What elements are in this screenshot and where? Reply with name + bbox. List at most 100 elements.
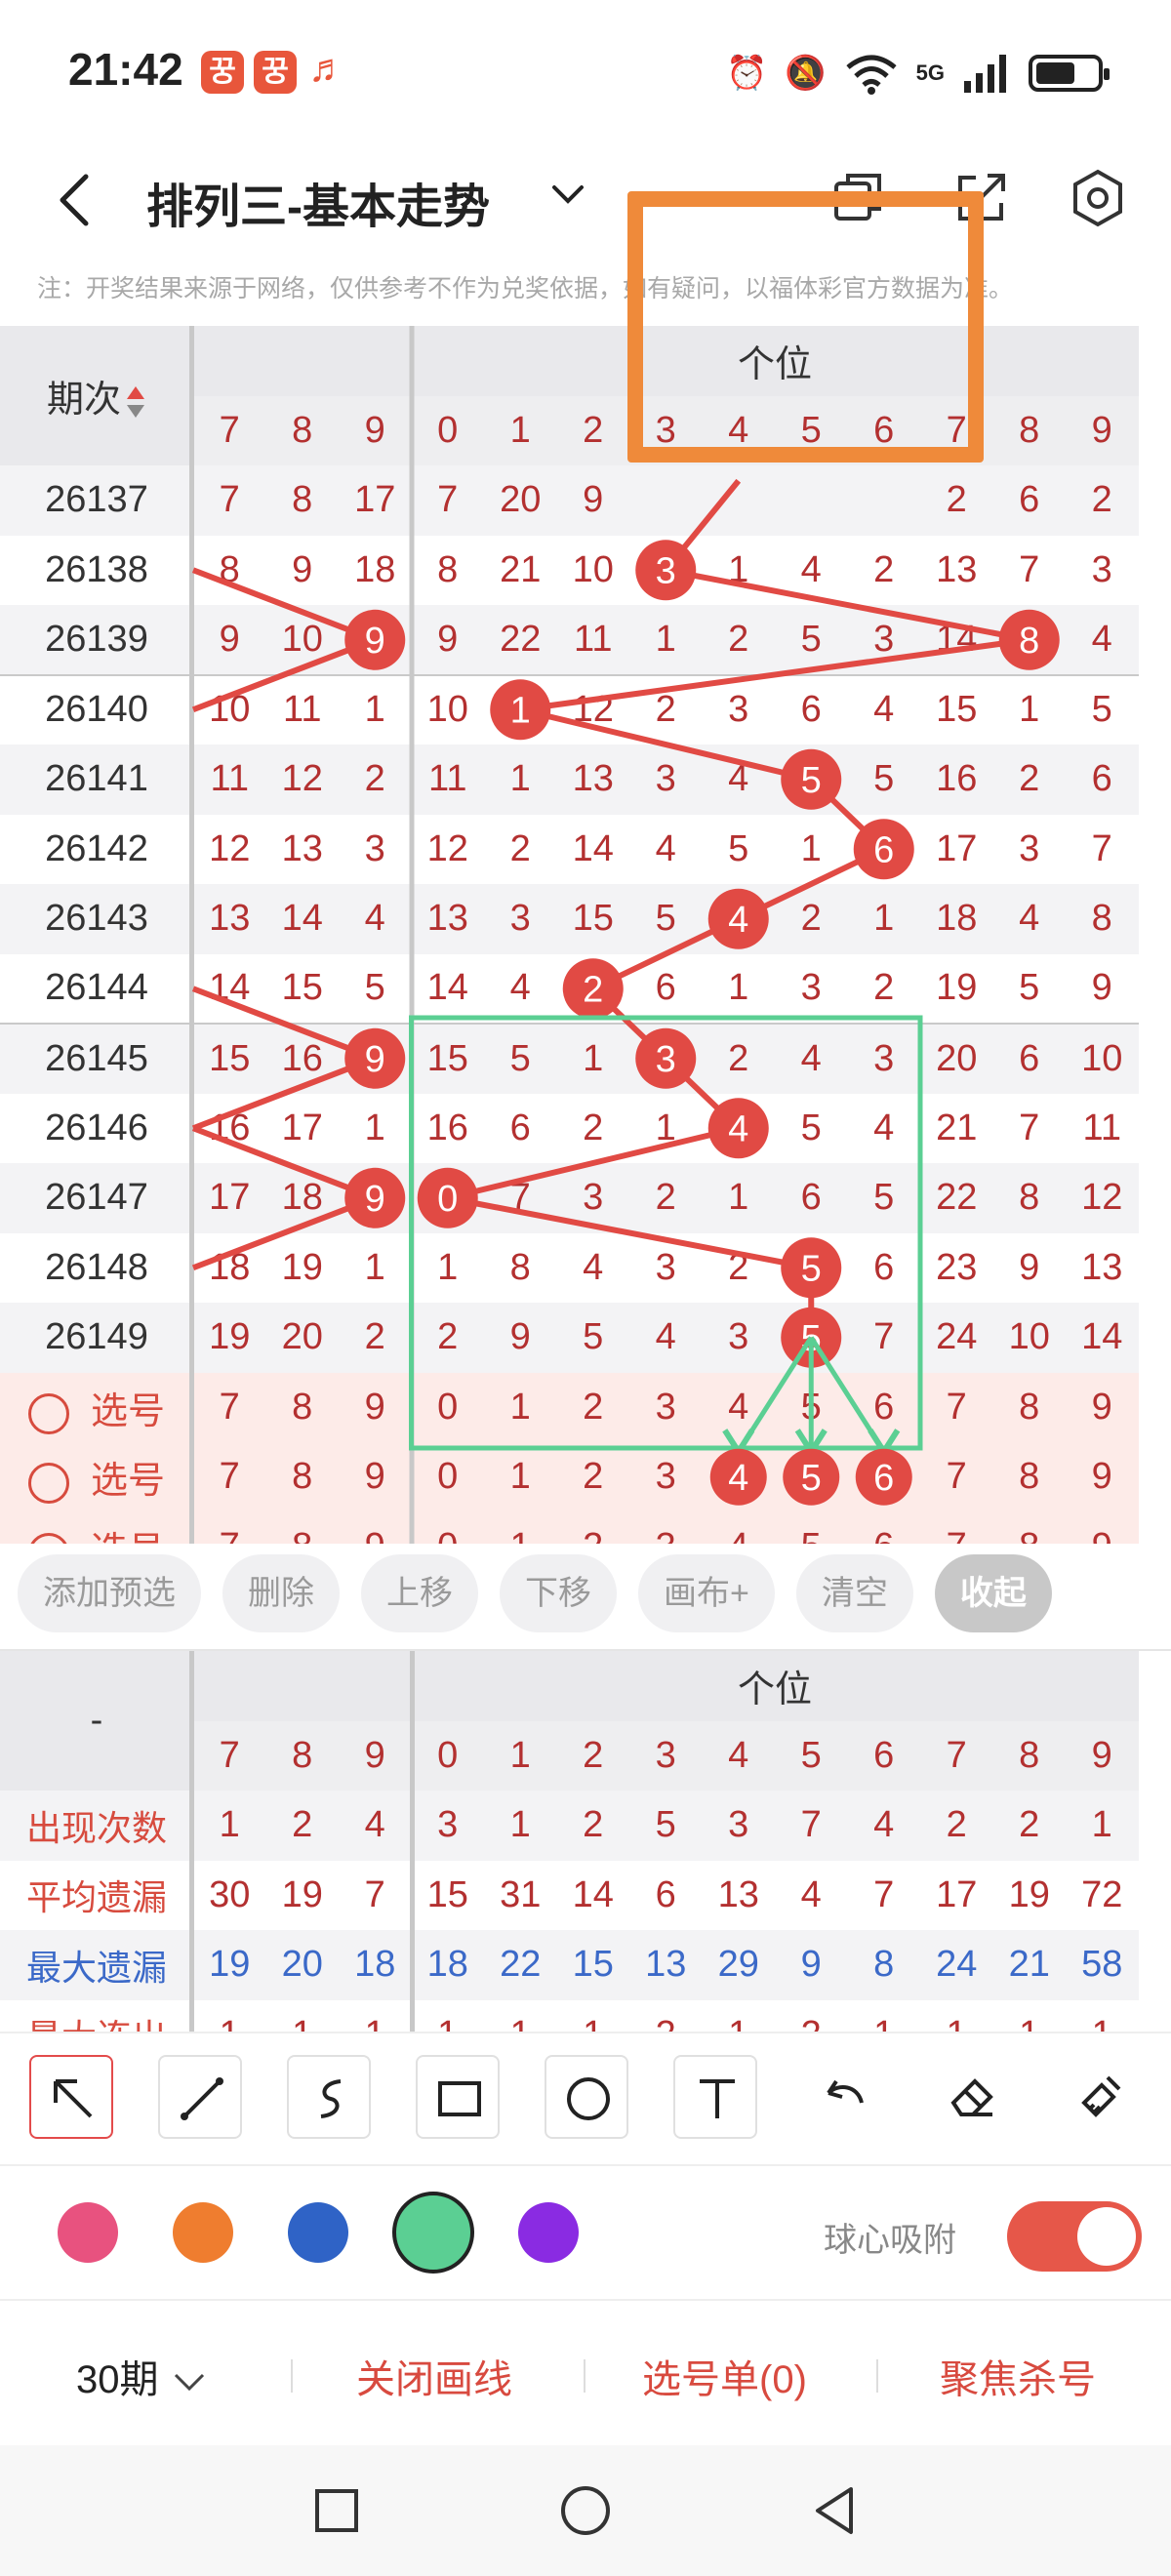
stat-value: 19 <box>265 1860 339 1930</box>
winning-ball-label: 5 <box>801 760 822 801</box>
stat-value: 1 <box>339 1999 412 2032</box>
digit-header: 4 <box>702 1720 775 1791</box>
stat-value: 14 <box>556 1860 629 1930</box>
pick-list-button[interactable]: 选号单(0) <box>642 2348 807 2404</box>
rectangle-icon <box>438 2081 481 2116</box>
trend-drawing-layer[interactable]: 381564234055999456 <box>0 326 1171 1544</box>
stat-value: 24 <box>920 1930 993 2000</box>
winning-ball-label: 9 <box>365 621 385 662</box>
stat-value: 3 <box>702 1791 775 1861</box>
move-up-button[interactable]: 上移 <box>361 1554 478 1632</box>
clear-button[interactable]: 清空 <box>795 1554 913 1632</box>
winning-ball-label: 0 <box>437 1179 458 1220</box>
stat-value: 6 <box>629 1860 703 1930</box>
chevron-down-icon[interactable] <box>546 176 589 215</box>
snap-toggle[interactable] <box>1007 2201 1142 2272</box>
stat-value: 3 <box>411 1791 484 1861</box>
stat-value: 7 <box>775 1791 848 1861</box>
winning-ball-label: 2 <box>583 969 603 1010</box>
winning-ball-label: 4 <box>728 900 748 941</box>
freehand-tool[interactable] <box>287 2055 371 2139</box>
trend-chart[interactable]: 期次 个位 7 8 9 0 1 2 3 4 5 6 7 8 9 26137 7 8 17 7 20 9 2 6 2 26138 8 9… <box>0 326 1171 1544</box>
divider <box>584 2359 586 2393</box>
line-icon <box>181 2077 223 2120</box>
squiggle-icon <box>320 2079 342 2118</box>
stat-value: 21 <box>992 1930 1066 2000</box>
stat-value: 1 <box>702 1999 775 2032</box>
canvas-add-button[interactable]: 画布+ <box>638 1554 775 1632</box>
digit-header: 9 <box>339 1720 412 1791</box>
system-nav-bar <box>0 2445 1171 2576</box>
stat-value: 1 <box>1066 1791 1139 1861</box>
stats-row-label: 最大遗漏 <box>0 1930 193 2000</box>
stat-value: 2 <box>992 1791 1066 1861</box>
focus-kill-button[interactable]: 聚焦杀号 <box>940 2348 1096 2404</box>
stat-value: 4 <box>775 1860 848 1930</box>
stat-value: 7 <box>847 1860 920 1930</box>
stat-value: 1 <box>411 1999 484 2032</box>
move-down-button[interactable]: 下移 <box>500 1554 617 1632</box>
delete-button[interactable]: 删除 <box>222 1554 340 1632</box>
period-selector[interactable]: 30期 <box>76 2348 209 2404</box>
home-icon[interactable] <box>558 2483 613 2538</box>
line-tool[interactable] <box>158 2055 242 2139</box>
digit-header: 7 <box>920 1720 993 1791</box>
toggle-knob <box>1077 2207 1136 2266</box>
color-swatch[interactable] <box>392 2192 474 2274</box>
stat-value: 1 <box>193 1999 266 2032</box>
color-swatch[interactable] <box>173 2202 233 2263</box>
column-divider <box>189 326 194 1544</box>
trend-line <box>519 706 812 783</box>
drawn-orange-rectangle[interactable] <box>627 191 984 463</box>
undo-icon <box>827 2079 864 2104</box>
winning-ball-label: 9 <box>365 1179 385 1220</box>
color-swatch[interactable] <box>288 2202 348 2263</box>
snap-label: 球心吸附 <box>824 2222 956 2259</box>
add-preselect-button[interactable]: 添加预选 <box>18 1554 201 1632</box>
stats-row: 最大遗漏 19 20 18 18 22 15 13 29 9 8 24 21 58 <box>0 1930 1139 2000</box>
collapse-button[interactable]: 收起 <box>934 1554 1052 1632</box>
stat-value: 17 <box>920 1860 993 1930</box>
status-bar: 21:42 꿍 꿍 ♬ ⏰ 🔕 5G <box>0 0 1171 146</box>
clear-brush-tool[interactable] <box>1060 2055 1144 2139</box>
stat-value: 72 <box>1066 1860 1139 1930</box>
back-nav-icon[interactable] <box>810 2483 859 2538</box>
digit-header: 2 <box>556 1720 629 1791</box>
color-swatch[interactable] <box>518 2202 579 2263</box>
stat-value: 13 <box>629 1930 703 2000</box>
stats-row: 出现次数 1 2 4 3 1 2 5 3 7 4 2 2 1 <box>0 1791 1139 1861</box>
color-palette: 球心吸附 <box>0 2164 1171 2297</box>
digit-header: 6 <box>847 1720 920 1791</box>
status-time: 21:42 <box>68 44 183 95</box>
stat-value: 18 <box>411 1930 484 2000</box>
divider <box>876 2359 878 2393</box>
rectangle-tool[interactable] <box>416 2055 500 2139</box>
pointer-tool[interactable] <box>29 2055 113 2139</box>
circle-tool[interactable] <box>545 2055 628 2139</box>
digit-header: 8 <box>265 1720 339 1791</box>
undo-tool[interactable] <box>802 2055 886 2139</box>
eraser-tool[interactable] <box>931 2055 1015 2139</box>
digit-header: 5 <box>775 1720 848 1791</box>
stat-value: 1 <box>484 1791 557 1861</box>
battery-icon <box>1029 55 1110 92</box>
stat-value: 2 <box>629 1999 703 2032</box>
stat-value: 58 <box>1066 1930 1139 2000</box>
back-arrow-icon[interactable] <box>51 171 100 229</box>
text-tool[interactable] <box>673 2055 757 2139</box>
stats-row-label: 出现次数 <box>0 1791 193 1861</box>
stat-value: 8 <box>847 1930 920 2000</box>
page-title[interactable]: 排列三-基本走势 <box>146 168 490 236</box>
period-label: 30期 <box>76 2358 159 2401</box>
app-notification-icon: 꿍 <box>201 51 244 94</box>
close-lines-button[interactable]: 关闭画线 <box>356 2348 512 2404</box>
color-swatch[interactable] <box>58 2202 118 2263</box>
stat-value: 2 <box>920 1791 993 1861</box>
recent-apps-icon[interactable] <box>312 2486 361 2535</box>
stat-value: 22 <box>484 1930 557 2000</box>
digit-header: 9 <box>1066 1720 1139 1791</box>
settings-icon[interactable] <box>1064 164 1132 232</box>
stat-value: 19 <box>193 1930 266 2000</box>
column-divider <box>409 1651 415 2032</box>
trend-line <box>665 567 1030 643</box>
